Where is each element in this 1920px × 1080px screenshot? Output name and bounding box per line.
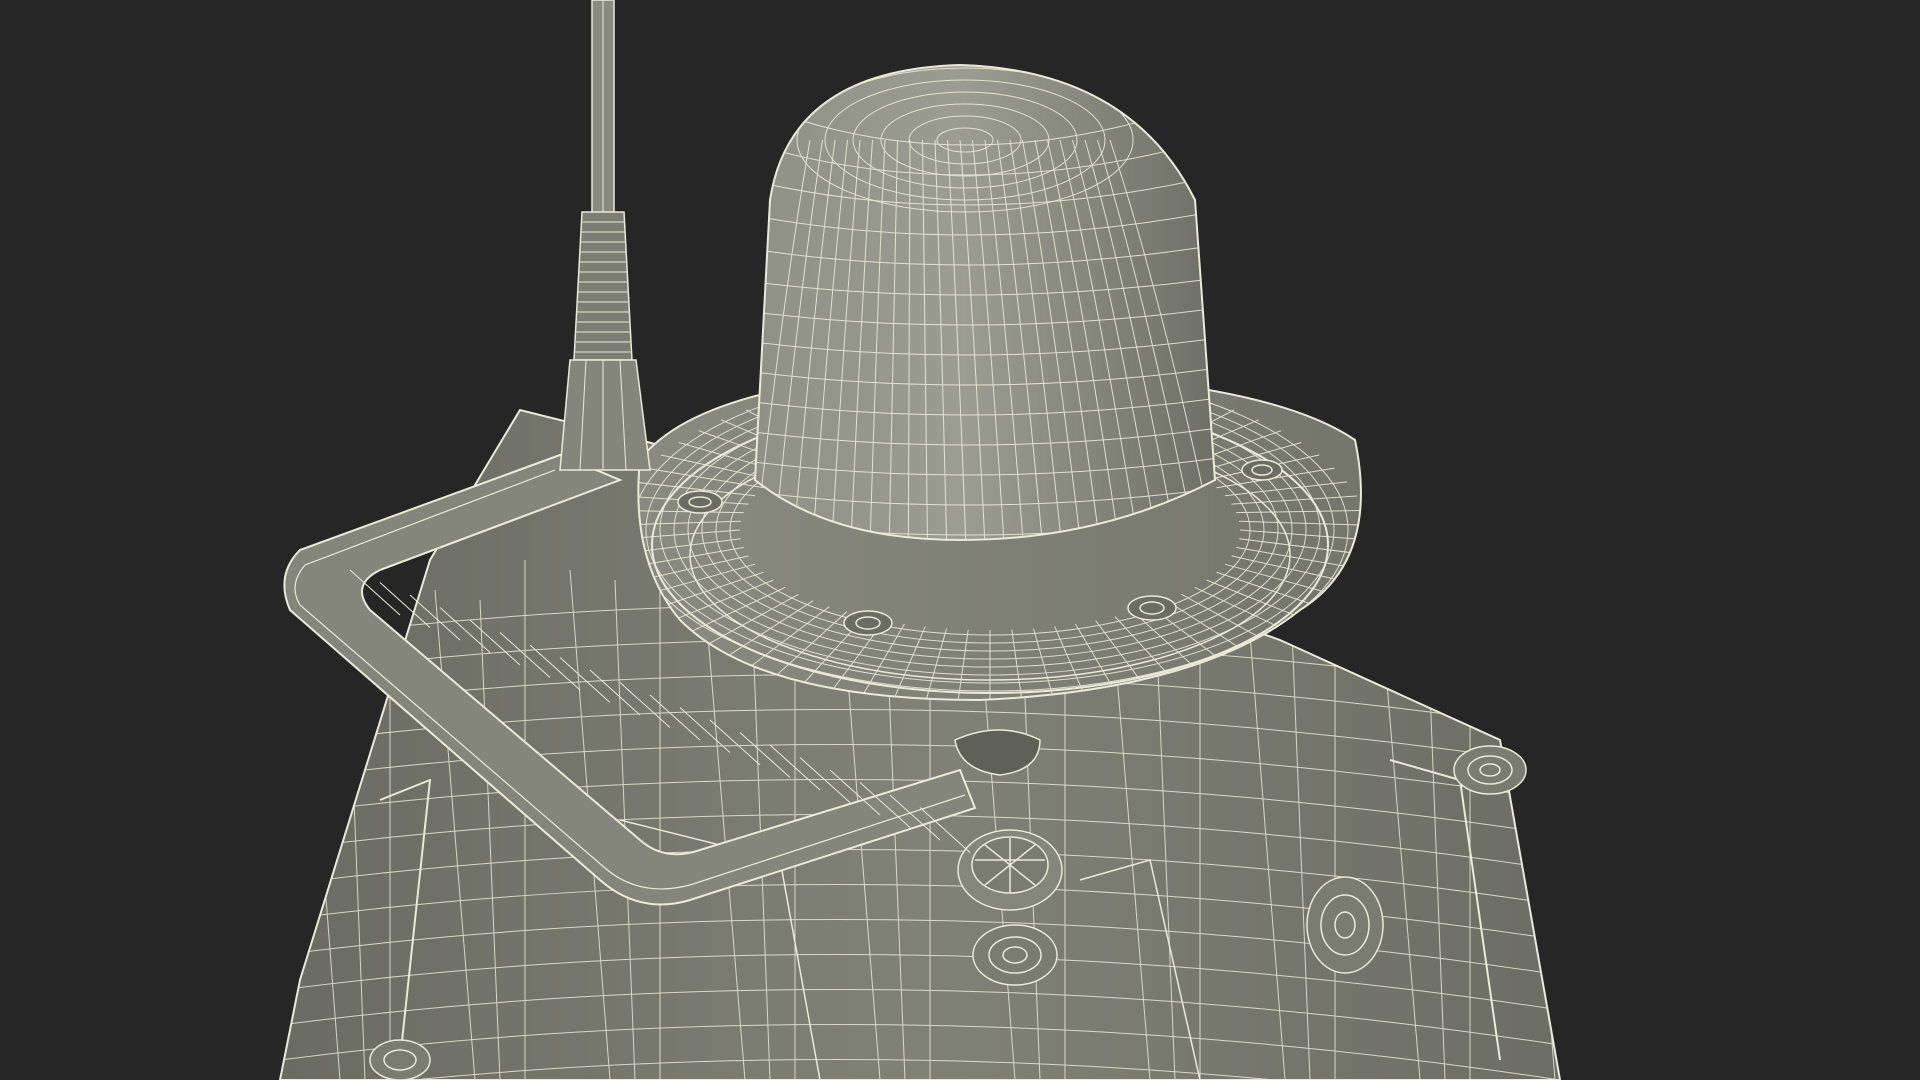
wireframe-render <box>0 0 1920 1080</box>
flange-bolt-4 <box>1241 459 1283 481</box>
knob-top <box>957 829 1063 911</box>
flange-bolt-2 <box>843 610 893 636</box>
flange-bolt-3 <box>1127 595 1177 621</box>
bolt-side <box>1306 876 1384 974</box>
bolt-right <box>1453 745 1527 795</box>
bolt-lower-left <box>369 1039 431 1080</box>
flange-bolt-1 <box>677 490 723 514</box>
bolt-center <box>972 924 1058 986</box>
